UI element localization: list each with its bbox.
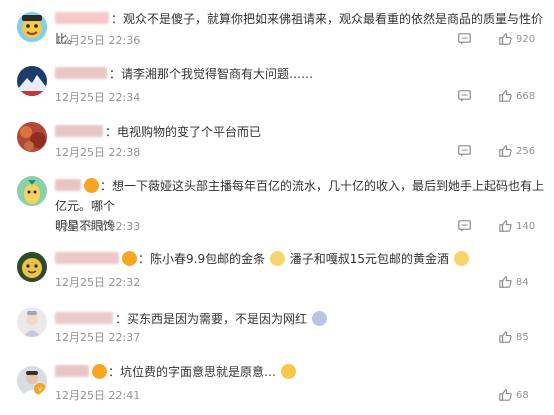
username[interactable]: [55, 125, 103, 137]
like-count: 920: [516, 33, 536, 45]
comment-item: ：电视购物的变了个平台而已 12月25日 22:38 256: [0, 110, 554, 165]
avatar-image: [17, 122, 47, 152]
comment-item: v ：坑位费的字面意思就是原意… 12月25日 22:41 68: [0, 350, 554, 415]
timestamp: 12月25日 22:37: [55, 331, 141, 344]
username[interactable]: [55, 252, 119, 264]
comment-body-continued: 潘子和嘎叔15元包邮的黄金酒: [289, 252, 450, 266]
like-count: 140: [516, 220, 536, 232]
timestamp: 12月25日 22:41: [55, 389, 141, 402]
timestamp: 12月25日 22:36: [55, 34, 141, 47]
comment-text: ：陈小春9.9包邮的金条 潘子和嘎叔15元包邮的黄金酒: [55, 249, 545, 269]
comment-icon: [458, 145, 471, 157]
like-button[interactable]: 140: [499, 220, 535, 232]
like-count: 256: [516, 145, 536, 157]
like-button[interactable]: 256: [499, 145, 535, 157]
reply-button[interactable]: [458, 220, 471, 232]
avatar-image: [17, 252, 47, 282]
thumbs-up-icon: [499, 220, 512, 232]
timestamp: 12月25日 22:38: [55, 146, 141, 159]
thumbs-up-icon: [499, 276, 512, 288]
like-button[interactable]: 668: [499, 90, 535, 102]
comment-body: 买东西是因为需要，不是因为网红: [127, 312, 308, 326]
avatar[interactable]: [17, 252, 47, 282]
avatar[interactable]: [17, 66, 47, 96]
reply-button[interactable]: [458, 90, 471, 102]
comment-icon: [458, 33, 471, 45]
comment-list: ：观众不是傻子，就算你把如来佛祖请来，观众最看重的依然是商品的质量与性价比。 1…: [0, 0, 554, 415]
comment-text: ：坑位费的字面意思就是原意…: [55, 362, 545, 382]
timestamp: 12月25日 22:33: [55, 220, 141, 233]
comment-text: ：请李湘那个我觉得智商有大问题……: [55, 64, 545, 84]
fan-badge-icon: [122, 251, 137, 266]
comment-body: 陈小春9.9包邮的金条: [150, 252, 266, 266]
comment-item: ：买东西是因为需要，不是因为网红 12月25日 22:37 85: [0, 295, 554, 350]
reply-button[interactable]: [458, 145, 471, 157]
shy-emoji-icon: [280, 364, 296, 379]
comment-body: 坑位费的字面意思就是原意…: [120, 365, 277, 379]
timestamp: 12月25日 22:32: [55, 276, 141, 289]
username[interactable]: [55, 67, 107, 79]
fan-badge-icon: [92, 364, 107, 379]
avatar[interactable]: v: [17, 366, 47, 396]
comment-item: ：想一下薇娅这头部主播每年百亿的流水，几十亿的收入，最后到她手上起码也有上亿元。…: [0, 165, 554, 240]
thumbs-up-icon: [499, 33, 512, 45]
thumbs-up-icon: [499, 331, 512, 343]
like-button[interactable]: 84: [499, 276, 529, 288]
like-count: 84: [516, 276, 529, 288]
like-count: 85: [516, 331, 529, 343]
thumbs-up-icon: [499, 90, 512, 102]
verified-badge-icon: v: [34, 383, 46, 395]
username[interactable]: [55, 12, 109, 24]
comment-body: 电视购物的变了个平台而已: [117, 125, 262, 139]
username[interactable]: [55, 365, 89, 377]
avatar-image: [17, 307, 47, 337]
avatar-image: [17, 12, 47, 42]
comment-item: ：观众不是傻子，就算你把如来佛祖请来，观众最看重的依然是商品的质量与性价比。 1…: [0, 0, 554, 55]
like-button[interactable]: 920: [499, 33, 535, 45]
like-count: 668: [516, 90, 536, 102]
thumbs-up-icon: [499, 389, 512, 401]
comment-icon: [458, 220, 471, 232]
like-button[interactable]: 85: [499, 331, 529, 343]
reply-button[interactable]: [458, 33, 471, 45]
avatar[interactable]: [17, 12, 47, 42]
avatar-image: [17, 176, 47, 206]
fan-badge-icon: [84, 178, 99, 193]
comment-body: 想一下薇娅这头部主播每年百亿的流水，几十亿的收入，最后到她手上起码也有上亿元。哪…: [55, 179, 545, 213]
avatar-image: [17, 66, 47, 96]
comment-body: 请李湘那个我觉得智商有大问题……: [121, 67, 314, 81]
laughing-emoji-icon: [269, 251, 285, 266]
avatar[interactable]: [17, 122, 47, 152]
like-count: 68: [516, 389, 529, 401]
avatar[interactable]: [17, 307, 47, 337]
like-button[interactable]: 68: [499, 389, 529, 401]
username[interactable]: [55, 179, 81, 191]
comment-icon: [458, 90, 471, 102]
avatar[interactable]: [17, 176, 47, 206]
shocked-emoji-icon: [311, 311, 327, 326]
comment-item: ：陈小春9.9包邮的金条 潘子和嘎叔15元包邮的黄金酒 12月25日 22:32…: [0, 240, 554, 295]
laughing-emoji-icon: [453, 251, 469, 266]
timestamp: 12月25日 22:34: [55, 91, 141, 104]
comment-text: ：电视购物的变了个平台而已: [55, 122, 545, 142]
comment-text: ：买东西是因为需要，不是因为网红: [55, 309, 545, 329]
comment-item: ：请李湘那个我觉得智商有大问题…… 12月25日 22:34 668: [0, 55, 554, 110]
thumbs-up-icon: [499, 145, 512, 157]
username[interactable]: [55, 312, 113, 324]
